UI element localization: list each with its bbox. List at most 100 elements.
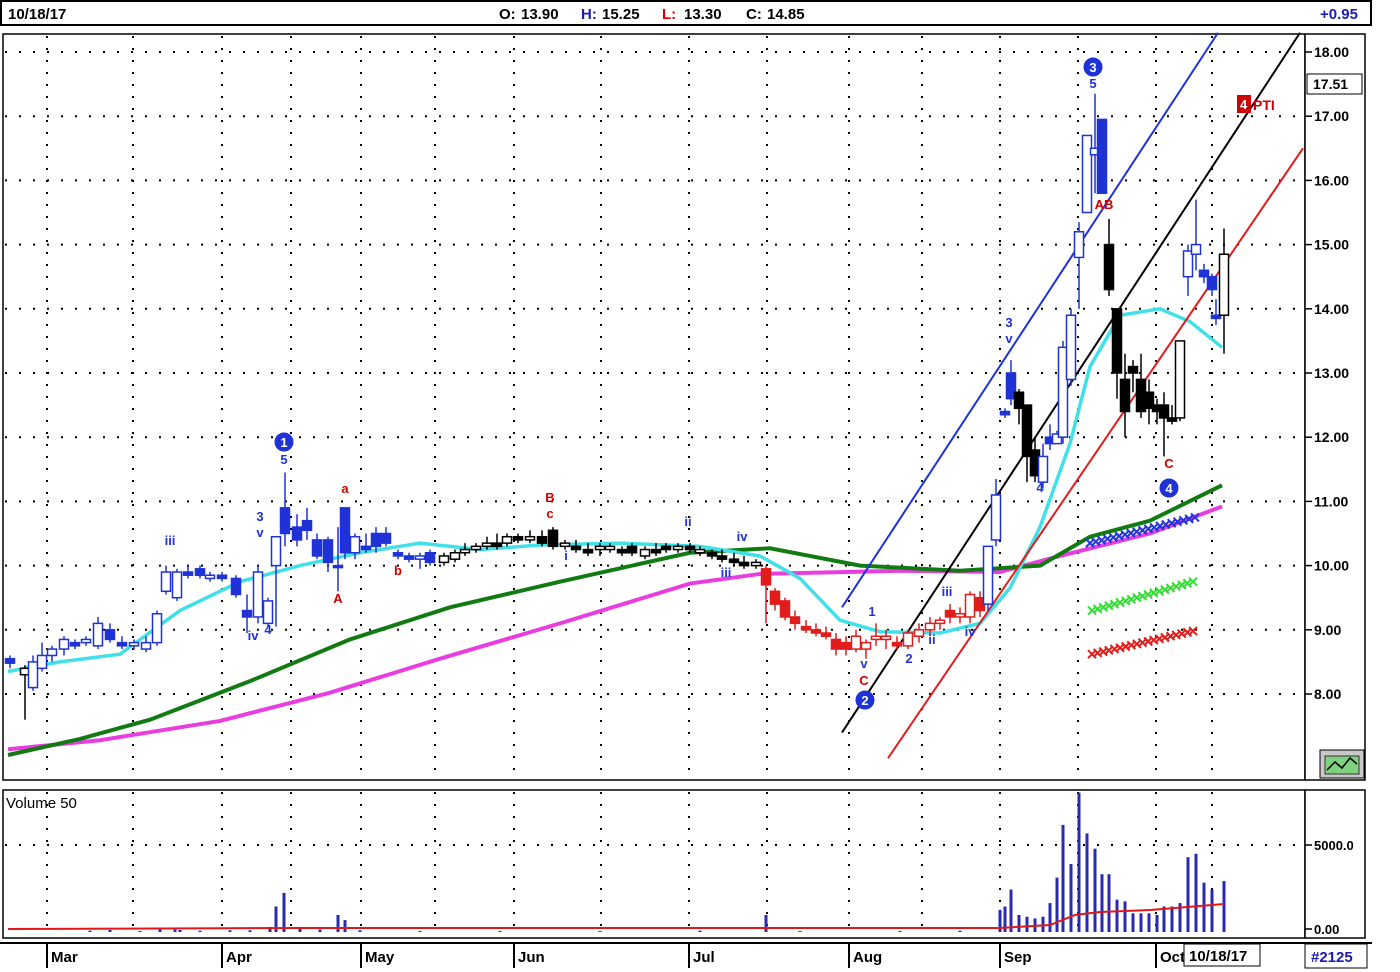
- candle-body: [470, 545, 482, 551]
- volume-bar: [1085, 833, 1089, 932]
- volume-bar: [318, 929, 322, 932]
- candle-body: [1127, 365, 1139, 374]
- candle-body: [252, 571, 264, 618]
- volume-bar: [698, 930, 702, 932]
- month-label: Aug: [853, 949, 882, 966]
- wave-count-label: 4: [264, 622, 272, 637]
- candle-body: [830, 638, 842, 650]
- candle-body: [1111, 308, 1123, 374]
- wave-count-label: iii: [942, 584, 953, 599]
- price-tick-label: 13.00: [1314, 365, 1349, 381]
- price-tick-label: 12.00: [1314, 429, 1349, 445]
- volume-bar: [1186, 857, 1190, 932]
- volume-bar: [598, 930, 602, 932]
- wave-count-label: A: [333, 591, 343, 606]
- volume-bar: [1041, 916, 1045, 932]
- candle-body: [594, 545, 606, 551]
- volume-bar: [1048, 903, 1052, 932]
- candle-body: [424, 552, 436, 564]
- candle-body: [160, 571, 172, 593]
- volume-bar: [1139, 913, 1143, 932]
- footer-record-label: #2125: [1311, 949, 1353, 966]
- volume-bar: [298, 928, 302, 932]
- volume-bar: [88, 930, 92, 932]
- wave-count-label: 3: [256, 509, 263, 524]
- candle-body: [660, 545, 672, 551]
- candle-body: [204, 574, 216, 580]
- wave-count-label: a: [341, 481, 349, 496]
- candle-body: [1081, 134, 1093, 214]
- candle-body: [769, 590, 781, 605]
- last-price-text: 17.51: [1313, 76, 1348, 92]
- price-tick-label: 9.00: [1314, 622, 1341, 638]
- price-chart[interactable]: 123455aAbBcCCiiiiiiiiiiiiiiivivivvvvAB34…: [0, 0, 1400, 970]
- candle-body: [789, 616, 801, 625]
- volume-bar: [138, 930, 142, 932]
- volume-bar: [1025, 916, 1029, 932]
- candle-body: [301, 519, 313, 532]
- candle-body: [954, 613, 966, 618]
- candle-body: [559, 542, 571, 548]
- candle-body: [291, 526, 303, 541]
- candle-body: [684, 545, 696, 551]
- wave-count-label: 5: [280, 452, 287, 467]
- price-tick-label: 15.00: [1314, 237, 1349, 253]
- volume-bar: [498, 930, 502, 932]
- volume-bar: [1202, 882, 1206, 932]
- candle-body: [491, 542, 503, 548]
- candle-body: [128, 641, 140, 647]
- candle-body: [750, 561, 762, 567]
- candle-body: [1190, 243, 1202, 255]
- price-panel: [2, 33, 1306, 781]
- volume-bar: [958, 930, 962, 932]
- wave-count-label: v: [1005, 331, 1013, 346]
- wave-count-label: ii: [684, 514, 691, 529]
- wave-count-label: B: [545, 490, 554, 505]
- footer-date-badge: 10/18/17: [1189, 948, 1247, 965]
- toolbar-button[interactable]: [1319, 749, 1365, 779]
- wave-count-label: 3: [1005, 315, 1012, 330]
- candle-body: [104, 629, 116, 641]
- candle-body: [982, 545, 994, 605]
- candle-body: [639, 548, 651, 557]
- volume-bar: [198, 930, 202, 932]
- volume-title: Volume 50: [6, 795, 77, 812]
- candle-body: [800, 625, 812, 631]
- candle-body: [279, 507, 291, 535]
- volume-tick-label: 0.00: [1314, 922, 1339, 937]
- candle-body: [880, 635, 892, 641]
- volume-bar: [1123, 901, 1127, 932]
- candle-body: [706, 552, 718, 557]
- wave-count-label: v: [860, 656, 868, 671]
- wave-count-label: 1: [868, 604, 875, 619]
- volume-bar: [798, 930, 802, 932]
- candle-body: [944, 609, 956, 618]
- candle-body: [990, 494, 1002, 541]
- candle-body: [820, 632, 832, 637]
- candle-body: [1037, 455, 1049, 483]
- candle-body: [934, 619, 946, 625]
- price-tick-label: 10.00: [1314, 558, 1349, 574]
- month-label: May: [365, 949, 395, 966]
- candle-body: [524, 535, 536, 541]
- candle-body: [4, 657, 16, 664]
- candle-body: [311, 539, 323, 557]
- volume-tick-label: 5000.0: [1314, 838, 1354, 853]
- wave-count-label: v: [256, 525, 264, 540]
- candle-body: [810, 629, 822, 634]
- wave-count-label: 2: [905, 651, 912, 666]
- month-label: Mar: [51, 949, 78, 966]
- candle-body: [570, 545, 582, 551]
- volume-bar: [228, 930, 232, 932]
- candle-body: [262, 600, 274, 625]
- candle-body: [414, 555, 426, 560]
- wave-count-label: c: [546, 506, 553, 521]
- volume-bar: [1162, 906, 1166, 932]
- wave-count-label: C: [1164, 456, 1174, 471]
- volume-bar: [1077, 792, 1081, 932]
- candle-body: [230, 577, 242, 596]
- price-axis: [1304, 33, 1366, 781]
- candle-body: [512, 535, 524, 541]
- wave-count-label: iv: [737, 529, 749, 544]
- volume-bar: [1115, 899, 1119, 932]
